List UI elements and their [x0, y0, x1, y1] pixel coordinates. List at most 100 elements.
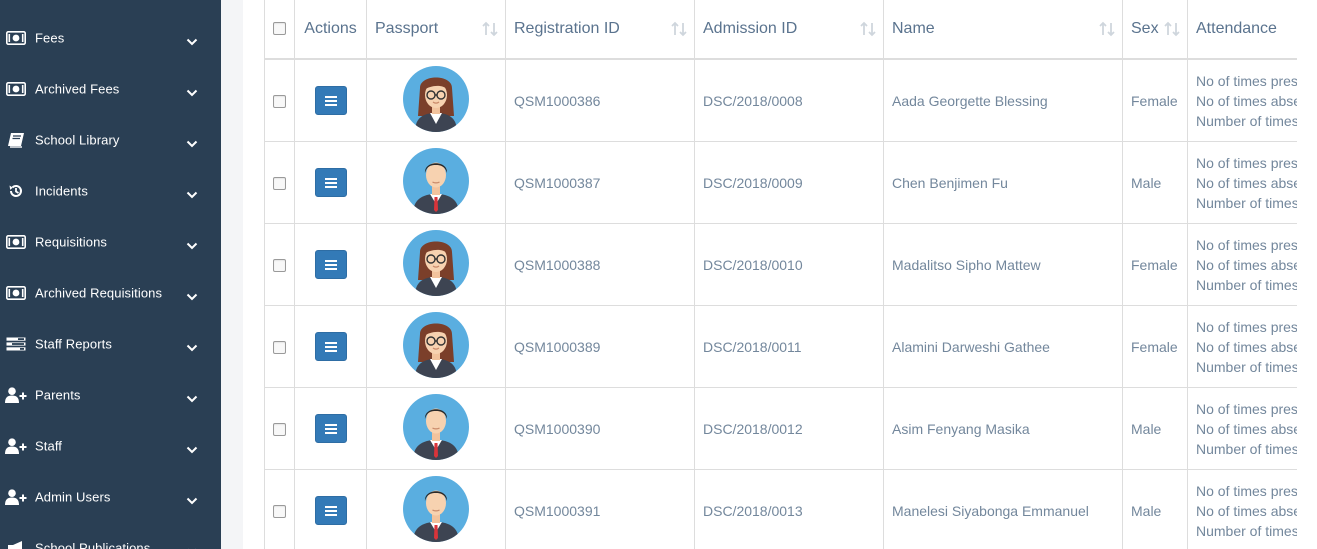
female-avatar-icon — [403, 230, 469, 296]
attendance-present-line: No of times present — [1196, 154, 1297, 171]
male-avatar-icon — [403, 394, 469, 460]
row-checkbox[interactable] — [273, 341, 286, 355]
attendance-cell: No of times present No of times absent Num… — [1187, 223, 1297, 306]
chevron-down-icon[interactable] — [186, 136, 198, 147]
actions-menu-button[interactable] — [314, 332, 347, 361]
male-avatar-icon — [403, 148, 469, 214]
chevron-down-icon[interactable] — [186, 493, 198, 504]
table-header-row: Actions Passport Registration ID Admissi… — [264, 0, 1297, 60]
admission-id-cell: DSC/2018/0012 — [694, 387, 884, 470]
row-checkbox[interactable] — [273, 95, 286, 109]
name-header[interactable]: Name — [883, 0, 1123, 60]
sidebar-gutter — [221, 0, 244, 549]
attendance-absent-line: No of times absent — [1196, 256, 1297, 273]
name-cell: Chen Benjimen Fu — [883, 141, 1123, 224]
attendance-absent-line: No of times absent — [1196, 174, 1297, 191]
money-icon — [5, 80, 27, 98]
user-plus-icon — [5, 488, 27, 506]
passport-header[interactable]: Passport — [366, 0, 506, 60]
attendance-count-line: Number of times — [1196, 522, 1297, 539]
sidebar-item-requisitions[interactable]: Requisitions — [0, 216, 221, 267]
sort-icon[interactable] — [859, 20, 877, 38]
row-select-cell — [264, 469, 295, 549]
attendance-absent-line: No of times absent — [1196, 92, 1297, 109]
chevron-down-icon[interactable] — [186, 289, 198, 300]
actions-cell — [294, 387, 367, 470]
chevron-down-icon[interactable] — [186, 34, 198, 45]
attendance-header[interactable]: Attendance — [1187, 0, 1297, 60]
attendance-cell: No of times present No of times absent Num… — [1187, 141, 1297, 224]
admission-id-cell: DSC/2018/0009 — [694, 141, 884, 224]
actions-cell — [294, 305, 367, 388]
passport-header-label: Passport — [375, 20, 439, 37]
sidebar-item-label: School Library — [35, 132, 120, 147]
row-checkbox[interactable] — [273, 505, 286, 519]
row-select-cell — [264, 387, 295, 470]
chevron-down-icon[interactable] — [186, 391, 198, 402]
sidebar-item-admin-users[interactable]: Admin Users — [0, 471, 221, 522]
sidebar-item-label: Parents — [35, 387, 81, 402]
sort-icon[interactable] — [670, 20, 688, 38]
row-select-cell — [264, 141, 295, 224]
actions-menu-button[interactable] — [314, 86, 347, 115]
attendance-header-label: Attendance — [1196, 20, 1277, 37]
attendance-absent-line: No of times absent — [1196, 338, 1297, 355]
sex-header[interactable]: Sex — [1122, 0, 1188, 60]
attendance-cell: No of times present No of times absent Num… — [1187, 305, 1297, 388]
female-avatar-icon — [403, 312, 469, 378]
female-avatar-icon — [403, 66, 469, 132]
chevron-down-icon[interactable] — [186, 544, 198, 549]
menu-icon — [324, 423, 337, 434]
sidebar-item-archived-fees[interactable]: Archived Fees — [0, 63, 221, 114]
chevron-down-icon[interactable] — [186, 340, 198, 351]
table-row: QSM1000388 DSC/2018/0010 Madalitso Sipho M… — [264, 223, 1297, 306]
sort-icon[interactable] — [1098, 20, 1116, 38]
attendance-present-line: No of times present — [1196, 236, 1297, 253]
chevron-down-icon[interactable] — [186, 187, 198, 198]
sidebar-item-staff-reports[interactable]: Staff Reports — [0, 318, 221, 369]
registration-id-cell: QSM1000391 — [505, 469, 695, 549]
sidebar-item-school-publications[interactable]: School Publications — [0, 522, 221, 549]
sidebar-item-label: Requisitions — [35, 234, 108, 249]
actions-menu-button[interactable] — [314, 496, 347, 525]
menu-icon — [324, 259, 337, 270]
sidebar-item-archived-requisitions[interactable]: Archived Requisitions — [0, 267, 221, 318]
bullhorn-icon — [5, 539, 27, 549]
sort-icon[interactable] — [481, 20, 499, 38]
actions-menu-button[interactable] — [314, 168, 347, 197]
name-cell: Asim Fenyang Masika — [883, 387, 1123, 470]
attendance-present-line: No of times present — [1196, 482, 1297, 499]
table-row: QSM1000386 DSC/2018/0008 Aada Georgette Bl… — [264, 58, 1297, 142]
row-checkbox[interactable] — [273, 177, 286, 191]
sidebar-item-incidents[interactable]: Incidents — [0, 165, 221, 216]
registration-id-header[interactable]: Registration ID — [505, 0, 695, 60]
name-cell: Manelesi Siyabonga Emmanuel — [883, 469, 1123, 549]
actions-menu-button[interactable] — [314, 414, 347, 443]
sex-cell: Male — [1122, 387, 1188, 470]
attendance-cell: No of times present No of times absent Num… — [1187, 387, 1297, 470]
actions-cell — [294, 58, 367, 142]
chevron-down-icon[interactable] — [186, 238, 198, 249]
user-plus-icon — [5, 437, 27, 455]
attendance-absent-line: No of times absent — [1196, 420, 1297, 437]
sidebar-item-parents[interactable]: Parents — [0, 369, 221, 420]
chevron-down-icon[interactable] — [186, 85, 198, 96]
actions-menu-button[interactable] — [314, 250, 347, 279]
menu-icon — [324, 505, 337, 516]
sidebar-item-fees[interactable]: Fees — [0, 12, 221, 63]
user-plus-icon — [5, 386, 27, 404]
table-row: QSM1000389 DSC/2018/0011 Alamini Darweshi … — [264, 305, 1297, 388]
sort-icon[interactable] — [1163, 20, 1181, 38]
chevron-down-icon[interactable] — [186, 442, 198, 453]
sidebar-item-staff[interactable]: Staff — [0, 420, 221, 471]
row-checkbox[interactable] — [273, 423, 286, 437]
select-all-checkbox[interactable] — [273, 22, 286, 36]
select-all-header — [264, 0, 295, 60]
table-row: QSM1000391 DSC/2018/0013 Manelesi Siyabong… — [264, 469, 1297, 549]
admission-id-header[interactable]: Admission ID — [694, 0, 884, 60]
male-avatar-icon — [403, 476, 469, 542]
attendance-count-line: Number of times — [1196, 112, 1297, 129]
admission-id-cell: DSC/2018/0010 — [694, 223, 884, 306]
row-checkbox[interactable] — [273, 259, 286, 273]
sidebar-item-school-library[interactable]: School Library — [0, 114, 221, 165]
